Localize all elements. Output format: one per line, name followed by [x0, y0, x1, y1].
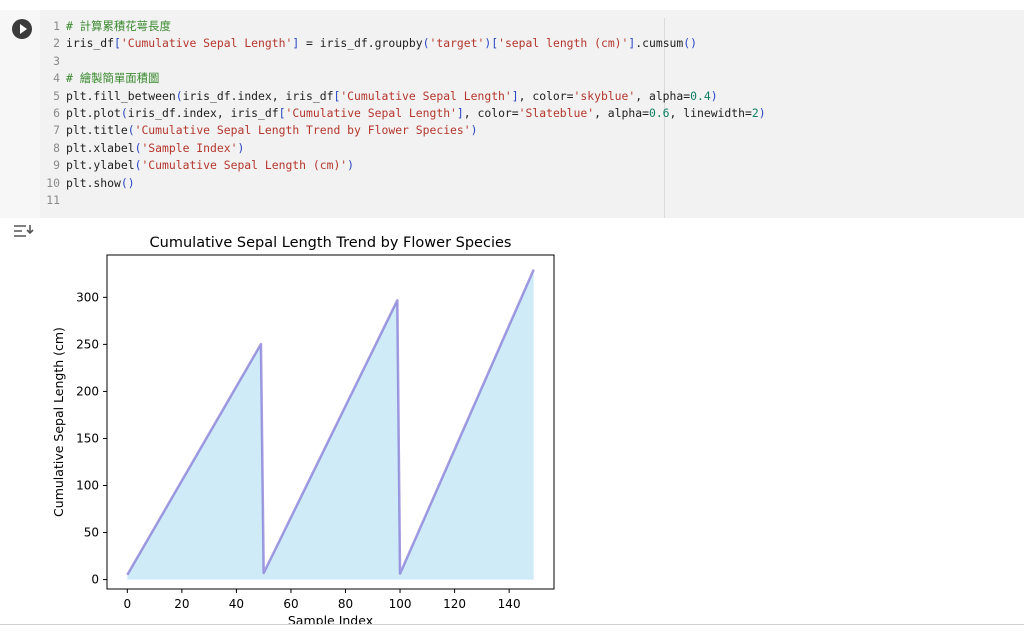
code-editor[interactable]: 1 # 計算累積花萼長度 2 iris_df['Cumulative Sepal Le…: [40, 10, 1024, 218]
x-tick-label: 120: [443, 597, 466, 611]
code-token: 0.4: [690, 88, 711, 103]
code-token: , linewidth=: [669, 105, 752, 120]
code-line[interactable]: 10 plt.show(): [40, 175, 1024, 192]
x-tick-label: 100: [389, 597, 412, 611]
code-token: plt.title: [66, 123, 128, 138]
line-number: 2: [53, 36, 60, 51]
y-tick-label: 150: [76, 431, 99, 445]
line-number: 3: [53, 53, 60, 68]
code-token: (): [683, 36, 697, 51]
code-token: [: [114, 36, 121, 51]
code-token: , color=: [463, 105, 519, 120]
code-line[interactable]: 9 plt.ylabel('Cumulative Sepal Length (cm…: [40, 157, 1024, 174]
code-token: ): [347, 158, 355, 173]
cell-divider: [0, 624, 1024, 625]
code-token: iris_df.index, iris_df: [127, 105, 279, 120]
area-fill: [127, 269, 534, 580]
code-token: plt.plot: [66, 105, 121, 120]
y-tick-label: 100: [76, 479, 99, 493]
code-token: (): [120, 175, 135, 190]
output-settings-icon[interactable]: [12, 223, 34, 243]
chart-title: Cumulative Sepal Length Trend by Flower …: [150, 235, 512, 251]
code-token: 'Slateblue': [518, 105, 595, 120]
code-line[interactable]: 8 plt.xlabel('Sample Index'): [40, 140, 1024, 157]
y-tick-label: 250: [76, 337, 99, 351]
x-tick-label: 140: [498, 597, 521, 611]
code-token: ): [237, 140, 245, 155]
x-tick-label: 40: [229, 597, 244, 611]
code-line[interactable]: 4 # 繪製簡單面積圖: [40, 70, 1024, 87]
code-token: , alpha=: [635, 88, 691, 103]
code-token: plt.fill_between: [66, 88, 176, 103]
code-line[interactable]: 5 plt.fill_between(iris_df.index, iris_df…: [40, 88, 1024, 105]
y-tick-label: 300: [76, 290, 99, 304]
code-token: ]: [456, 105, 464, 120]
x-tick-label: 20: [174, 597, 189, 611]
code-token: iris_df: [66, 36, 115, 51]
x-tick-label: 80: [338, 597, 353, 611]
code-token: )[: [484, 36, 499, 51]
line-number: 10: [46, 175, 60, 190]
line-number: 4: [53, 71, 60, 86]
code-token: (: [127, 123, 135, 138]
line-number: 1: [53, 19, 60, 33]
code-line[interactable]: 6 plt.plot(iris_df.index, iris_df['Cumula…: [40, 105, 1024, 122]
code-token: plt.show: [66, 175, 121, 190]
code-token: 'Cumulative Sepal Length': [120, 36, 293, 51]
code-token: ): [470, 123, 478, 138]
code-token: = iris_df.groupby: [299, 36, 423, 51]
y-axis-label: Cumulative Sepal Length (cm): [51, 327, 66, 517]
code-token: 'Sample Index': [141, 140, 238, 155]
code-lines: 1 # 計算累積花萼長度 2 iris_df['Cumulative Sepal Le…: [40, 18, 1024, 209]
code-token: iris_df.index, iris_df: [182, 88, 334, 103]
code-token: 'target': [429, 36, 485, 51]
code-token: (: [175, 88, 183, 103]
code-token: 'Cumulative Sepal Length (cm)': [141, 158, 348, 173]
code-token: 2: [751, 105, 759, 120]
code-token: , alpha=: [594, 105, 649, 120]
code-token: # 繪製簡單面積圖: [66, 71, 160, 86]
line-number: 7: [53, 123, 60, 138]
line-number: 6: [53, 105, 60, 120]
code-line[interactable]: 1 # 計算累積花萼長度: [40, 18, 1024, 35]
line-number: 11: [46, 192, 60, 207]
code-token: # 計算累積花萼長度: [66, 19, 171, 33]
code-line[interactable]: 11: [40, 192, 1024, 209]
y-tick-label: 50: [84, 526, 99, 540]
code-token: 'sepal length (cm)': [498, 36, 629, 51]
code-token: ]: [511, 88, 519, 103]
code-line[interactable]: 2 iris_df['Cumulative Sepal Length'] = ir…: [40, 35, 1024, 52]
run-cell-button[interactable]: [12, 19, 32, 39]
code-cell: 1 # 計算累積花萼長度 2 iris_df['Cumulative Sepal Le…: [0, 10, 1024, 218]
code-token: ): [710, 88, 718, 103]
code-token: 'Cumulative Sepal Length Trend by Flower…: [134, 123, 471, 138]
code-token: plt.xlabel: [66, 140, 135, 155]
code-token: plt.ylabel: [66, 158, 135, 173]
code-token: (: [120, 105, 128, 120]
area-chart: 0 20 40 60 80 100 120 140 0 50 100 150 200 250 300 Cumu…: [51, 235, 555, 624]
code-token: .cumsum: [635, 36, 684, 51]
code-line[interactable]: 3: [40, 53, 1024, 70]
line-number: 9: [53, 158, 60, 173]
code-token: (: [422, 36, 430, 51]
code-token: ): [758, 105, 766, 120]
x-tick-label: 0: [123, 597, 131, 611]
code-token: 'skyblue': [573, 88, 636, 103]
line-number: 5: [53, 88, 60, 103]
code-token: 'Cumulative Sepal Length': [285, 105, 457, 120]
y-tick-label: 0: [91, 573, 99, 587]
code-token: 0.6: [648, 105, 670, 120]
x-tick-label: 60: [283, 597, 298, 611]
x-axis-label: Sample Index: [288, 613, 373, 624]
code-token: , color=: [518, 88, 574, 103]
code-line[interactable]: 7 plt.title('Cumulative Sepal Length Tren…: [40, 122, 1024, 139]
y-tick-label: 200: [76, 384, 99, 398]
line-number: 8: [53, 140, 60, 155]
code-token: 'Cumulative Sepal Length': [340, 88, 512, 103]
